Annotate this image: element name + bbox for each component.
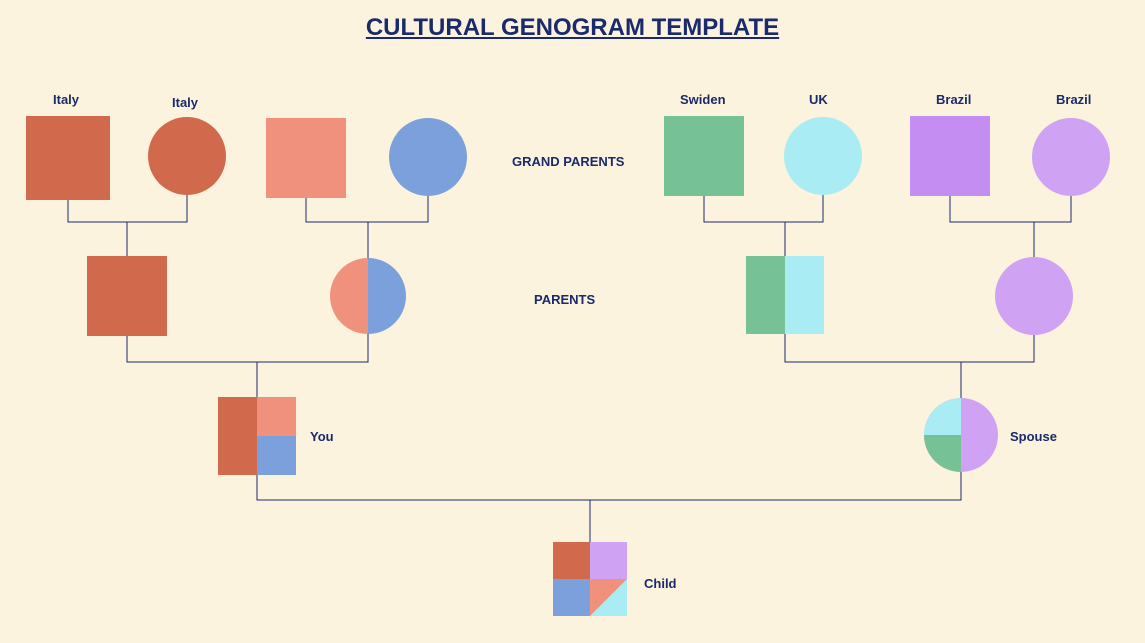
connector-lines (0, 0, 1145, 643)
